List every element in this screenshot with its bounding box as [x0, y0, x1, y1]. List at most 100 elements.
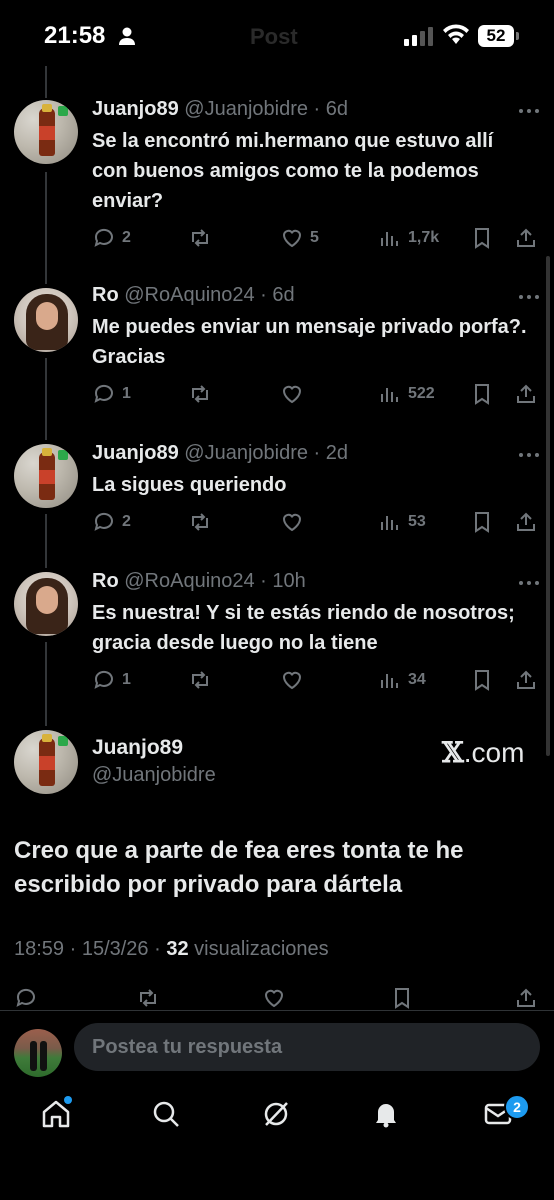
status-bar: 21:58 Post 52 — [0, 0, 554, 70]
page-title: Post — [250, 24, 298, 49]
bell-icon[interactable] — [370, 1098, 402, 1130]
avatar[interactable] — [14, 100, 78, 164]
views-count: 1,7k — [408, 229, 440, 246]
author-handle[interactable]: @Juanjobidre — [184, 98, 308, 120]
views-button[interactable]: 34 — [378, 666, 426, 694]
author-name[interactable]: Juanjo89 — [92, 736, 183, 760]
thread-line — [45, 642, 47, 726]
post-age: 6d — [325, 98, 349, 120]
views-icon — [381, 674, 398, 688]
share-button[interactable] — [514, 508, 538, 536]
author-handle[interactable]: @Juanjobidre — [92, 764, 216, 787]
repost-icon — [192, 229, 208, 247]
like-button[interactable] — [280, 508, 310, 536]
reply-button[interactable]: 1 — [92, 666, 131, 694]
bookmark-button[interactable] — [470, 380, 494, 408]
search-icon[interactable] — [150, 1098, 182, 1130]
author-name[interactable]: Juanjo89 — [92, 98, 179, 120]
bookmark-button[interactable] — [470, 666, 494, 694]
share-icon — [517, 228, 535, 247]
repost-button[interactable] — [188, 666, 218, 694]
more-icon[interactable] — [518, 452, 540, 458]
reply-count: 2 — [122, 513, 131, 530]
post-header: Juanjo89 @Juanjobidre · 2d — [92, 442, 349, 464]
bookmark-icon — [475, 228, 489, 249]
like-button[interactable]: 5 — [280, 224, 319, 252]
author-name[interactable]: Ro — [92, 570, 119, 592]
like-button[interactable] — [280, 380, 310, 408]
avatar[interactable] — [14, 730, 78, 794]
post-text: Es nuestra! Y si te estás riendo de noso… — [92, 602, 515, 654]
bookmark-button[interactable] — [390, 984, 414, 1012]
more-icon[interactable] — [518, 580, 540, 586]
views-button[interactable]: 522 — [378, 380, 435, 408]
post-text: La sigues queriendo — [92, 474, 287, 496]
reply-icon — [16, 988, 35, 1007]
share-button[interactable] — [514, 224, 538, 252]
post-age: 6d — [272, 284, 295, 306]
views-count: 32 — [166, 938, 189, 960]
author-handle[interactable]: @RoAquino24 — [124, 284, 254, 306]
post-header: Juanjo89 @Juanjobidre · 6d — [92, 98, 349, 120]
action-bar: 1 522 — [92, 380, 542, 410]
share-button[interactable] — [514, 984, 538, 1012]
bookmark-icon — [395, 988, 409, 1009]
more-icon[interactable] — [518, 108, 540, 114]
thread-line — [45, 514, 47, 568]
grok-icon[interactable] — [260, 1098, 292, 1130]
post-timestamp[interactable]: 18:59 · 15/3/26 · — [14, 938, 161, 960]
home-notification-dot — [64, 1096, 72, 1104]
repost-button[interactable] — [188, 224, 218, 252]
author-handle[interactable]: @Juanjobidre — [184, 442, 308, 464]
share-button[interactable] — [514, 666, 538, 694]
more-icon[interactable] — [518, 294, 540, 300]
bookmark-button[interactable] — [470, 224, 494, 252]
avatar[interactable] — [14, 572, 78, 636]
action-bar: 1 34 — [92, 666, 542, 696]
share-button[interactable] — [514, 380, 538, 408]
source-suffix: .com — [463, 737, 525, 768]
views-button[interactable]: 53 — [378, 508, 426, 536]
reply-button[interactable]: 1 — [92, 380, 131, 408]
author-handle[interactable]: @RoAquino24 — [124, 570, 254, 592]
bookmark-icon — [475, 670, 489, 691]
repost-button[interactable] — [188, 380, 218, 408]
views-icon — [381, 388, 398, 402]
my-avatar[interactable] — [14, 1029, 62, 1077]
share-icon — [517, 512, 535, 531]
reply-count: 1 — [122, 671, 131, 688]
like-button[interactable] — [280, 666, 310, 694]
action-bar: 2 5 1,7k — [92, 224, 542, 254]
views-label: visualizaciones — [194, 938, 329, 960]
like-count: 5 — [310, 229, 319, 246]
bottom-tab-bar — [0, 1082, 554, 1152]
repost-button[interactable] — [188, 508, 218, 536]
reply-input[interactable]: Postea tu respuesta — [74, 1023, 540, 1071]
views-count: 53 — [408, 513, 426, 530]
signal-icon — [404, 27, 433, 46]
avatar[interactable] — [14, 444, 78, 508]
reply-button[interactable]: 2 — [92, 224, 131, 252]
reply-count: 1 — [122, 385, 131, 402]
author-name[interactable]: Juanjo89 — [92, 442, 179, 464]
post-age: 10h — [272, 570, 306, 592]
reply-icon — [94, 228, 113, 247]
post-header: Ro @RoAquino24 · 10h — [92, 570, 306, 592]
heart-icon — [282, 513, 302, 532]
like-button[interactable] — [262, 984, 286, 1012]
battery-indicator: 52 — [478, 25, 514, 47]
views-count: 34 — [408, 671, 426, 688]
repost-icon — [192, 385, 208, 403]
bookmark-button[interactable] — [470, 508, 494, 536]
reply-composer: Postea tu respuesta — [0, 1010, 554, 1081]
post-meta: 18:59 · 15/3/26 · 32 visualizaciones — [14, 938, 329, 961]
thread-line — [45, 66, 47, 98]
views-button[interactable]: 1,7k — [378, 224, 439, 252]
reply-button[interactable]: 2 — [92, 508, 131, 536]
author-name[interactable]: Ro — [92, 284, 119, 306]
reply-button[interactable] — [14, 984, 38, 1012]
repost-button[interactable] — [136, 984, 160, 1012]
avatar[interactable] — [14, 288, 78, 352]
reply-icon — [94, 384, 113, 403]
scrollbar[interactable] — [546, 256, 550, 756]
